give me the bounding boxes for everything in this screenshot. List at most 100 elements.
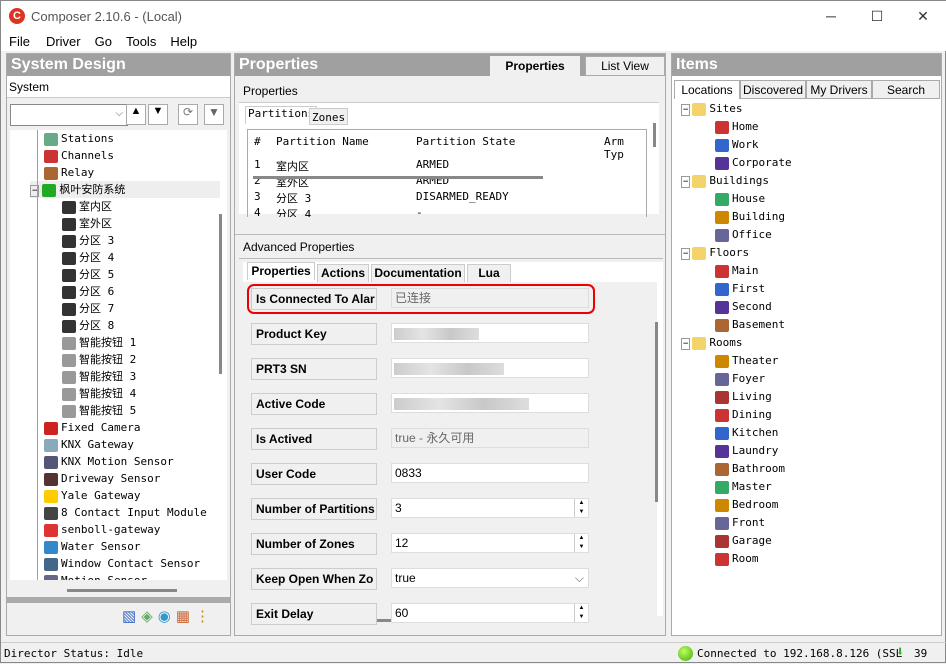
tab-locations[interactable]: Locations [674, 80, 740, 99]
tree-item[interactable]: 室内区 [62, 198, 112, 215]
location-item[interactable]: Office [715, 226, 772, 243]
location-item[interactable]: Living [715, 388, 772, 405]
spin-buttons[interactable]: ▲ ▼ [574, 604, 588, 622]
collapse-icon[interactable]: − [681, 104, 691, 116]
move-down-button[interactable]: ▼ [148, 104, 168, 125]
tab-list-view[interactable]: List View [585, 56, 665, 76]
network-icon[interactable]: ◈ [141, 608, 158, 625]
tree-item[interactable]: Motion Sensor [44, 572, 147, 580]
menu-go[interactable]: Go [87, 31, 112, 49]
collapse-icon[interactable]: − [681, 248, 691, 260]
adv-tab-lua[interactable]: Lua [467, 264, 511, 282]
adv-tab-actions[interactable]: Actions [317, 264, 369, 282]
location-item[interactable]: Second [715, 298, 772, 315]
tree-item[interactable]: Driveway Sensor [44, 470, 160, 487]
spin-buttons[interactable]: ▲ ▼ [574, 499, 588, 517]
column-header[interactable]: Arm Typ [604, 135, 646, 161]
location-item[interactable]: Bathroom [715, 460, 785, 477]
location-item[interactable]: − Floors [681, 244, 749, 261]
tree-item[interactable]: Fixed Camera [44, 419, 140, 436]
location-item[interactable]: Basement [715, 316, 785, 333]
tab-partitions[interactable]: Partitions [245, 106, 318, 124]
adv-tab-documentation[interactable]: Documentation [371, 264, 465, 282]
location-item[interactable]: Dining [715, 406, 772, 423]
tree-item[interactable]: − 枫叶安防系统 [30, 181, 220, 198]
menu-help[interactable]: Help [162, 31, 197, 49]
property-value[interactable]: true - 永久可用 [391, 428, 589, 448]
location-item[interactable]: − Sites [681, 100, 743, 117]
tree-item[interactable]: 智能按钮 3 [62, 368, 136, 385]
column-header[interactable]: Partition Name [276, 135, 369, 148]
location-item[interactable]: House [715, 190, 765, 207]
location-item[interactable]: Building [715, 208, 785, 225]
property-value[interactable]: 已连接 [391, 288, 589, 308]
tree-item[interactable]: 智能按钮 1 [62, 334, 136, 351]
location-item[interactable]: Front [715, 514, 765, 531]
collapse-icon[interactable]: − [30, 185, 40, 197]
tree-item[interactable]: 分区 4 [62, 249, 114, 266]
splitter[interactable] [7, 597, 230, 603]
location-item[interactable]: Work [715, 136, 759, 153]
table-hscrollbar[interactable] [253, 176, 543, 179]
tree-item[interactable]: 智能按钮 4 [62, 385, 136, 402]
tree-item[interactable]: 智能按钮 2 [62, 351, 136, 368]
tree-item[interactable]: 分区 3 [62, 232, 114, 249]
location-item[interactable]: Theater [715, 352, 778, 369]
tab-properties[interactable]: Properties [490, 56, 580, 76]
refresh-icon[interactable]: ⟳ [178, 104, 198, 125]
location-item[interactable]: Laundry [715, 442, 778, 459]
location-item[interactable]: Home [715, 118, 759, 135]
adv-tab-properties[interactable]: Properties [247, 262, 315, 280]
location-item[interactable]: First [715, 280, 765, 297]
tab-my-drivers[interactable]: My Drivers [806, 80, 872, 99]
tree-item[interactable]: Relay [44, 164, 94, 181]
tree-item[interactable]: 室外区 [62, 215, 112, 232]
property-value[interactable] [391, 358, 589, 378]
property-value[interactable] [391, 393, 589, 413]
property-value[interactable]: 0833 [391, 463, 589, 483]
tree-item[interactable]: Water Sensor [44, 538, 140, 555]
tree-item[interactable]: Window Contact Sensor [44, 555, 200, 572]
property-value[interactable] [391, 323, 589, 343]
close-button[interactable]: ✕ [908, 5, 938, 27]
tab-search[interactable]: Search [872, 80, 940, 99]
property-value[interactable]: true ⌵ [391, 568, 589, 588]
menu-file[interactable]: File [1, 31, 30, 49]
traffic-light-icon[interactable]: ⋮ [195, 608, 215, 625]
maximize-button[interactable]: ☐ [862, 5, 892, 27]
tree-scrollbar[interactable] [219, 214, 222, 374]
menu-driver[interactable]: Driver [38, 31, 81, 49]
move-up-button[interactable]: ▲ [126, 104, 146, 125]
tree-item[interactable]: 分区 8 [62, 317, 114, 334]
tree-item[interactable]: senboll-gateway [44, 521, 160, 538]
tree-item[interactable]: 分区 5 [62, 266, 114, 283]
minimize-button[interactable]: ─ [816, 5, 846, 27]
tree-item[interactable]: Channels [44, 147, 114, 164]
tree-item[interactable]: 分区 7 [62, 300, 114, 317]
location-item[interactable]: Master [715, 478, 772, 495]
tree-item[interactable]: Stations [44, 130, 114, 147]
location-item[interactable]: Garage [715, 532, 772, 549]
location-item[interactable]: Kitchen [715, 424, 778, 441]
globe-icon[interactable]: ◉ [158, 608, 176, 625]
tree-item[interactable]: KNX Gateway [44, 436, 134, 453]
tree-item[interactable]: 分区 6 [62, 283, 114, 300]
menu-tools[interactable]: Tools [118, 31, 156, 49]
column-header[interactable]: Partition State [416, 135, 515, 148]
collapse-icon[interactable]: − [681, 176, 691, 188]
props-vscrollbar[interactable] [655, 322, 658, 502]
filter-icon[interactable]: ▼ [204, 104, 224, 125]
connections-icon[interactable]: ▧ [122, 608, 141, 625]
tree-item[interactable]: KNX Motion Sensor [44, 453, 174, 470]
tree-item[interactable]: 智能按钮 5 [62, 402, 136, 419]
search-combo[interactable]: ⌵ [10, 104, 128, 126]
property-value[interactable]: 60 ▲ ▼ [391, 603, 589, 623]
location-item[interactable]: Main [715, 262, 759, 279]
location-item[interactable]: Foyer [715, 370, 765, 387]
tab-discovered[interactable]: Discovered [740, 80, 806, 99]
location-item[interactable]: Corporate [715, 154, 792, 171]
property-value[interactable]: 12 ▲ ▼ [391, 533, 589, 553]
location-item[interactable]: Room [715, 550, 759, 567]
tree-hscrollbar[interactable] [67, 589, 177, 592]
media-icon[interactable]: ▦ [176, 608, 195, 625]
